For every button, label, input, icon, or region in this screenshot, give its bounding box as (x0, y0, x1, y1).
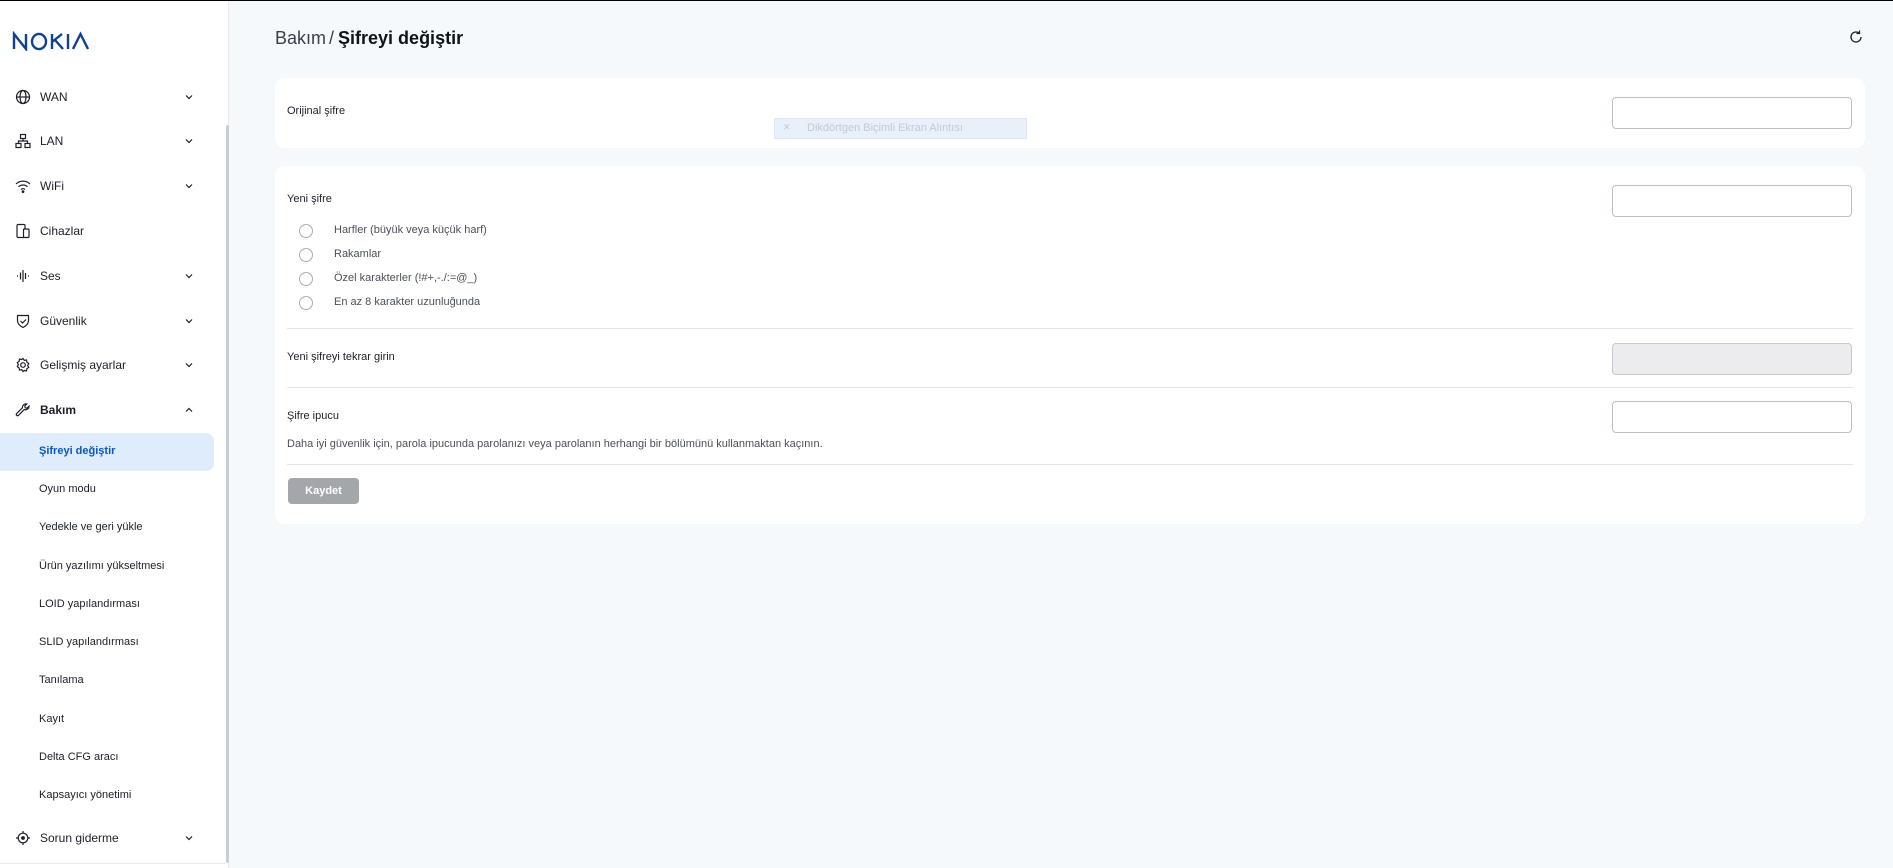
sidebar-divider (0, 863, 226, 864)
divider (287, 387, 1853, 388)
requirement-indicator (299, 296, 313, 310)
crosshair-icon (14, 829, 32, 847)
requirement-label: Harfler (büyük veya küçük harf) (334, 224, 487, 236)
globe-icon (14, 88, 32, 106)
requirement-indicator (299, 248, 313, 262)
subnav-label: LOID yapılandırması (39, 598, 140, 610)
chevron-down-icon (185, 184, 193, 189)
subnav-loid-config[interactable]: LOID yapılandırması (0, 586, 214, 624)
save-button[interactable]: Kaydet (288, 478, 359, 504)
sidebar-item-label: WiFi (40, 179, 64, 193)
wifi-icon (14, 177, 32, 195)
gear-icon (14, 356, 32, 374)
requirement-indicator (299, 272, 313, 286)
subnav-label: Kayıt (39, 713, 65, 725)
subnav-firmware-upgrade[interactable]: Ürün yazılımı yükseltmesi (0, 548, 214, 586)
subnav-log[interactable]: Kayıt (0, 701, 214, 739)
requirement-digits: Rakamlar (299, 247, 381, 263)
subnav-label: Kapsayıcı yönetimi (39, 789, 132, 801)
wrench-icon (14, 401, 32, 419)
divider (287, 464, 1853, 465)
chevron-up-icon (185, 407, 193, 412)
requirement-label: Özel karakterler (!#+,-./:=@_) (334, 272, 478, 284)
sidebar-item-label: Ses (40, 269, 61, 283)
original-password-card: Orijinal şifre (275, 78, 1865, 148)
sidebar-item-security[interactable]: Güvenlik (0, 303, 226, 339)
subnav-diagnostics[interactable]: Tanılama (0, 662, 214, 700)
sidebar-item-wifi[interactable]: WiFi (0, 168, 226, 204)
sidebar-scrollbar[interactable] (226, 125, 229, 863)
subnav-label: Oyun modu (39, 483, 96, 495)
sidebar-item-devices[interactable]: Cihazlar (0, 213, 226, 249)
sidebar-item-wan[interactable]: WAN (0, 79, 226, 115)
chevron-down-icon (185, 274, 193, 279)
audio-icon (14, 267, 32, 285)
sidebar-item-label: Cihazlar (40, 224, 85, 238)
requirement-label: En az 8 karakter uzunluğunda (334, 296, 481, 308)
refresh-icon[interactable] (1848, 29, 1864, 45)
chevron-down-icon (185, 95, 193, 100)
sidebar-item-advanced[interactable]: Gelişmiş ayarlar (0, 347, 226, 383)
close-icon[interactable]: ✕ (783, 122, 791, 133)
snip-tooltip-label: Dikdörtgen Biçimli Ekran Alıntısı (807, 122, 963, 134)
snip-tooltip: ✕ Dikdörtgen Biçimli Ekran Alıntısı (774, 118, 1027, 139)
breadcrumb: Bakım / Şifreyi değiştir (275, 28, 463, 49)
subnav-backup-restore[interactable]: Yedekle ve geri yükle (0, 509, 214, 547)
chevron-down-icon (185, 139, 193, 144)
new-password-input[interactable] (1612, 185, 1852, 217)
sidebar-item-troubleshooting[interactable]: Sorun giderme (0, 820, 226, 856)
network-icon (14, 132, 32, 150)
subnav-delta-cfg[interactable]: Delta CFG aracı (0, 739, 214, 777)
confirm-password-input[interactable] (1612, 343, 1852, 375)
sidebar-item-label: Sorun giderme (40, 831, 119, 845)
sidebar-item-label: Gelişmiş ayarlar (40, 358, 127, 372)
chevron-down-icon (185, 363, 193, 368)
sidebar-item-label: LAN (40, 134, 64, 148)
sidebar-item-label: Bakım (40, 403, 77, 417)
confirm-password-label: Yeni şifreyi tekrar girin (287, 351, 395, 363)
subnav-label: Tanılama (39, 674, 84, 686)
new-password-card: Yeni şifre Harfler (büyük veya küçük har… (275, 166, 1865, 524)
chevron-down-icon (185, 319, 193, 324)
devices-icon (14, 222, 32, 240)
sidebar-item-label: Güvenlik (40, 314, 87, 328)
sidebar-item-maintenance[interactable]: Bakım (0, 392, 226, 428)
divider (287, 328, 1853, 329)
subnav-slid-config[interactable]: SLID yapılandırması (0, 624, 214, 662)
requirement-label: Rakamlar (334, 248, 382, 260)
shield-icon (14, 312, 32, 330)
subnav-label: Yedekle ve geri yükle (39, 521, 143, 533)
nokia-logo[interactable] (12, 31, 92, 51)
requirement-letters: Harfler (büyük veya küçük harf) (299, 223, 487, 239)
page-title: Şifreyi değiştir (338, 28, 464, 48)
requirement-min-length: En az 8 karakter uzunluğunda (299, 295, 480, 311)
subnav-label: Ürün yazılımı yükseltmesi (39, 560, 165, 572)
sidebar-item-lan[interactable]: LAN (0, 123, 226, 159)
requirement-indicator (299, 224, 313, 238)
original-password-input[interactable] (1612, 97, 1852, 129)
sidebar: WAN LAN WiFi Cihazlar Ses Güvenlik Geliş… (0, 1, 229, 868)
sidebar-item-audio[interactable]: Ses (0, 258, 226, 294)
password-hint-label: Şifre ipucu (287, 410, 339, 422)
breadcrumb-separator: / (329, 28, 335, 48)
top-border (0, 0, 1893, 1)
password-hint-input[interactable] (1612, 401, 1852, 433)
chevron-down-icon (185, 836, 193, 841)
requirement-special-chars: Özel karakterler (!#+,-./:=@_) (299, 271, 477, 287)
subnav-game-mode[interactable]: Oyun modu (0, 471, 214, 509)
password-hint-note: Daha iyi güvenlik için, parola ipucunda … (287, 438, 823, 450)
original-password-label: Orijinal şifre (287, 105, 346, 117)
subnav-label: Şifreyi değiştir (39, 445, 116, 457)
subnav-change-password[interactable]: Şifreyi değiştir (0, 433, 214, 471)
new-password-label: Yeni şifre (287, 193, 332, 205)
breadcrumb-parent[interactable]: Bakım (275, 28, 326, 48)
sidebar-item-label: WAN (40, 90, 68, 104)
subnav-label: Delta CFG aracı (39, 751, 119, 763)
subnav-label: SLID yapılandırması (39, 636, 139, 648)
subnav-container-management[interactable]: Kapsayıcı yönetimi (0, 777, 214, 815)
